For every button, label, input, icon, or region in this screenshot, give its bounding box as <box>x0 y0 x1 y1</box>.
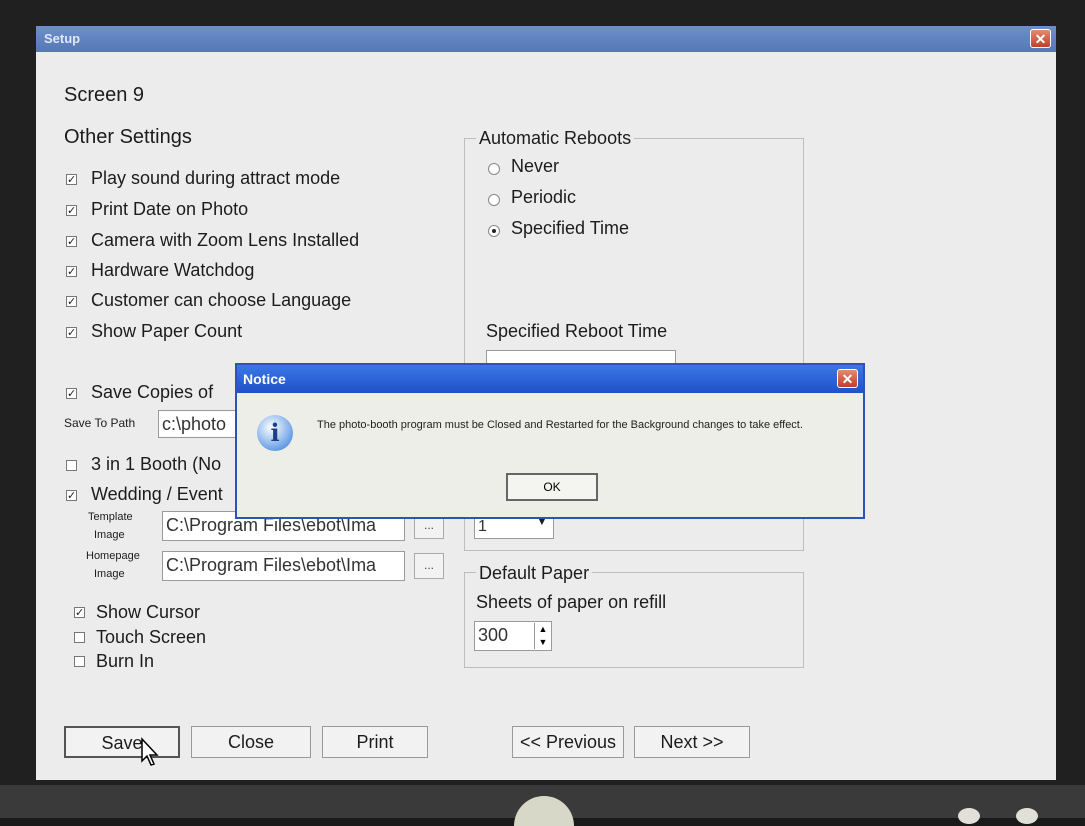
show-cursor-label: Show Cursor <box>96 602 201 622</box>
play-sound-checkbox[interactable]: ✓ <box>66 174 77 186</box>
dialog-message: The photo-booth program must be Closed a… <box>317 419 803 431</box>
save-copies-label: Save Copies of <box>91 382 214 402</box>
notice-dialog: Notice ✕ i The photo-booth program must … <box>235 363 865 519</box>
save-path-label: Save To Path <box>64 416 136 430</box>
previous-button[interactable]: << Previous <box>512 726 624 758</box>
print-date-checkbox[interactable]: ✓ <box>66 205 77 217</box>
template-image-label: Template <box>88 511 133 523</box>
homepage-browse-button[interactable]: ... <box>414 553 444 579</box>
specified-time-radio[interactable] <box>488 225 500 237</box>
ok-button[interactable]: OK <box>506 473 598 501</box>
template-image-label: Image <box>94 529 125 541</box>
monitor-button <box>1016 808 1038 824</box>
wedding-checkbox[interactable]: ✓ <box>66 490 77 502</box>
print-button[interactable]: Print <box>322 726 428 758</box>
close-icon[interactable]: ✕ <box>1030 29 1051 48</box>
watchdog-checkbox[interactable]: ✓ <box>66 266 77 278</box>
periodic-label: Periodic <box>511 187 577 207</box>
reboots-legend: Automatic Reboots <box>476 128 635 149</box>
never-radio[interactable] <box>488 163 500 175</box>
section-title: Other Settings <box>64 126 192 148</box>
dialog-title: Notice <box>243 371 286 387</box>
window-title: Setup <box>44 31 81 46</box>
monitor-button <box>958 808 980 824</box>
three-in-one-label: 3 in 1 Booth (No <box>91 454 222 474</box>
show-cursor-checkbox[interactable]: ✓ <box>74 607 85 619</box>
paper-count-checkbox[interactable]: ✓ <box>66 327 77 339</box>
language-checkbox[interactable]: ✓ <box>66 296 77 308</box>
watchdog-label: Hardware Watchdog <box>91 260 255 280</box>
zoom-lens-label: Camera with Zoom Lens Installed <box>91 230 360 250</box>
play-sound-label: Play sound during attract mode <box>91 168 341 188</box>
homepage-image-input[interactable]: C:\Program Files\ebot\Ima <box>162 551 405 581</box>
sheets-label: Sheets of paper on refill <box>476 592 667 612</box>
touch-screen-label: Touch Screen <box>96 627 207 647</box>
dialog-titlebar: Notice ✕ <box>237 365 863 393</box>
three-in-one-checkbox[interactable] <box>66 460 77 471</box>
close-icon[interactable]: ✕ <box>837 369 858 388</box>
never-label: Never <box>511 156 560 176</box>
paper-count-label: Show Paper Count <box>91 321 243 341</box>
print-date-label: Print Date on Photo <box>91 199 249 219</box>
info-icon: i <box>257 415 293 451</box>
burn-in-label: Burn In <box>96 651 155 671</box>
spinner-arrows-icon[interactable]: ▲ ▼ <box>534 623 551 649</box>
window-titlebar: Setup ✕ <box>36 26 1056 52</box>
reboot-time-label: Specified Reboot Time <box>486 321 668 341</box>
screen-heading: Screen 9 <box>64 84 145 106</box>
burn-in-checkbox[interactable] <box>74 656 85 667</box>
save-copies-checkbox[interactable]: ✓ <box>66 388 77 400</box>
wedding-label: Wedding / Event <box>91 484 223 504</box>
language-label: Customer can choose Language <box>91 290 352 310</box>
default-paper-group <box>464 572 804 668</box>
close-button[interactable]: Close <box>191 726 311 758</box>
zoom-lens-checkbox[interactable]: ✓ <box>66 236 77 248</box>
touch-screen-checkbox[interactable] <box>74 632 85 643</box>
mouse-cursor-icon <box>141 737 159 766</box>
specified-time-label: Specified Time <box>511 218 630 238</box>
homepage-image-label: Homepage <box>86 550 140 562</box>
save-button[interactable]: Save <box>64 726 180 758</box>
homepage-image-label: Image <box>94 568 125 580</box>
periodic-radio[interactable] <box>488 194 500 206</box>
default-paper-legend: Default Paper <box>476 563 593 584</box>
next-button[interactable]: Next >> <box>634 726 750 758</box>
